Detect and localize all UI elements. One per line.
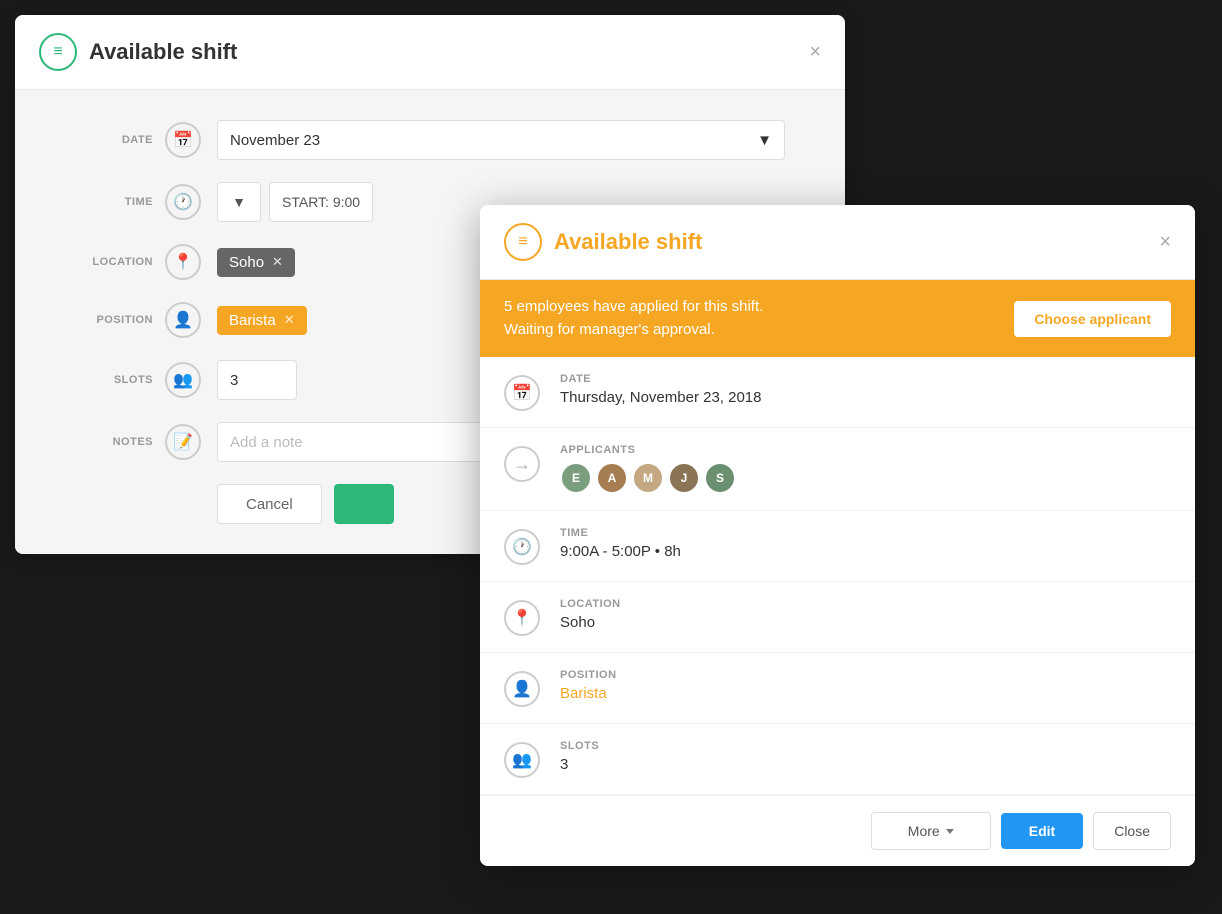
modal-fg-title: Available shift bbox=[554, 229, 702, 255]
avatar-1: E bbox=[560, 462, 592, 494]
modal-bg-title: Available shift bbox=[89, 39, 237, 65]
avatar-4: J bbox=[668, 462, 700, 494]
notes-icon: 📝 bbox=[165, 424, 201, 460]
calendar-icon: 📅 bbox=[165, 122, 201, 158]
clock-icon: 🕐 bbox=[165, 184, 201, 220]
notification-text: 5 employees have applied for this shift.… bbox=[504, 296, 763, 341]
slots-input[interactable]: 3 bbox=[217, 360, 297, 400]
detail-time-row: 🕐 TIME 9:00A - 5:00P • 8h bbox=[480, 511, 1195, 582]
detail-position-row: 👤 POSITION Barista bbox=[480, 653, 1195, 724]
detail-time-value: 9:00A - 5:00P • 8h bbox=[560, 543, 1171, 560]
slots-icon: 👥 bbox=[165, 362, 201, 398]
detail-slots-icon: 👥 bbox=[504, 742, 540, 778]
time-start-field[interactable]: START: 9:00 bbox=[269, 182, 373, 222]
detail-location-value: Soho bbox=[560, 614, 1171, 631]
avatar-5: S bbox=[704, 462, 736, 494]
location-pin-icon: 📍 bbox=[165, 244, 201, 280]
detail-slots-row: 👥 SLOTS 3 bbox=[480, 724, 1195, 795]
position-tag-remove[interactable]: ✕ bbox=[284, 312, 295, 328]
location-label: LOCATION bbox=[55, 256, 165, 268]
logo-icon-orange: ≡ bbox=[504, 223, 542, 261]
detail-applicants-row: → APPLICANTS E A M J S bbox=[480, 428, 1195, 511]
detail-clock-icon: 🕐 bbox=[504, 529, 540, 565]
date-row: DATE 📅 November 23 ▼ bbox=[55, 120, 785, 160]
more-button[interactable]: More bbox=[871, 812, 991, 850]
foreground-modal: ≡ Available shift × 5 employees have app… bbox=[480, 205, 1195, 866]
time-group: ▼ START: 9:00 bbox=[217, 182, 373, 222]
avatar-2: A bbox=[596, 462, 628, 494]
choose-applicant-button[interactable]: Choose applicant bbox=[1014, 301, 1171, 337]
detail-calendar-icon: 📅 bbox=[504, 375, 540, 411]
date-input[interactable]: November 23 ▼ bbox=[217, 120, 785, 160]
position-icon: 👤 bbox=[165, 302, 201, 338]
time-label: TIME bbox=[55, 196, 165, 208]
close-button[interactable]: Close bbox=[1093, 812, 1171, 850]
edit-button[interactable]: Edit bbox=[1001, 813, 1083, 849]
detail-location-row: 📍 LOCATION Soho bbox=[480, 582, 1195, 653]
modal-fg-close-button[interactable]: × bbox=[1159, 232, 1171, 252]
cancel-button[interactable]: Cancel bbox=[217, 484, 322, 524]
save-button[interactable] bbox=[334, 484, 394, 524]
detail-applicants-icon: → bbox=[504, 446, 540, 482]
detail-time-label: TIME bbox=[560, 527, 1171, 539]
modal-bg-close-button[interactable]: × bbox=[809, 42, 821, 62]
detail-position-value: Barista bbox=[560, 685, 1171, 702]
applicant-avatars: E A M J S bbox=[560, 462, 1171, 494]
notification-banner: 5 employees have applied for this shift.… bbox=[480, 280, 1195, 357]
modal-bg-header: ≡ Available shift × bbox=[15, 15, 845, 90]
detail-location-label: LOCATION bbox=[560, 598, 1171, 610]
chevron-down-icon: ▼ bbox=[757, 132, 772, 149]
avatar-3: M bbox=[632, 462, 664, 494]
detail-position-icon: 👤 bbox=[504, 671, 540, 707]
modal-fg-header: ≡ Available shift × bbox=[480, 205, 1195, 280]
slots-label: SLOTS bbox=[55, 374, 165, 386]
detail-date-label: DATE bbox=[560, 373, 1171, 385]
notes-label: NOTES bbox=[55, 436, 165, 448]
time-dropdown-button[interactable]: ▼ bbox=[217, 182, 261, 222]
detail-position-label: POSITION bbox=[560, 669, 1171, 681]
detail-slots-value: 3 bbox=[560, 756, 1171, 773]
detail-date-value: Thursday, November 23, 2018 bbox=[560, 389, 1171, 406]
detail-slots-label: SLOTS bbox=[560, 740, 1171, 752]
date-label: DATE bbox=[55, 134, 165, 146]
detail-date-row: 📅 DATE Thursday, November 23, 2018 bbox=[480, 357, 1195, 428]
location-tag[interactable]: Soho ✕ bbox=[217, 248, 295, 277]
detail-section: 📅 DATE Thursday, November 23, 2018 → APP… bbox=[480, 357, 1195, 795]
logo-icon-green: ≡ bbox=[39, 33, 77, 71]
more-chevron-icon bbox=[946, 829, 954, 834]
location-tag-remove[interactable]: ✕ bbox=[272, 254, 283, 270]
detail-applicants-label: APPLICANTS bbox=[560, 444, 1171, 456]
position-tag[interactable]: Barista ✕ bbox=[217, 306, 307, 335]
modal-fg-footer: More Edit Close bbox=[480, 795, 1195, 866]
detail-location-icon: 📍 bbox=[504, 600, 540, 636]
position-label: POSITION bbox=[55, 314, 165, 326]
